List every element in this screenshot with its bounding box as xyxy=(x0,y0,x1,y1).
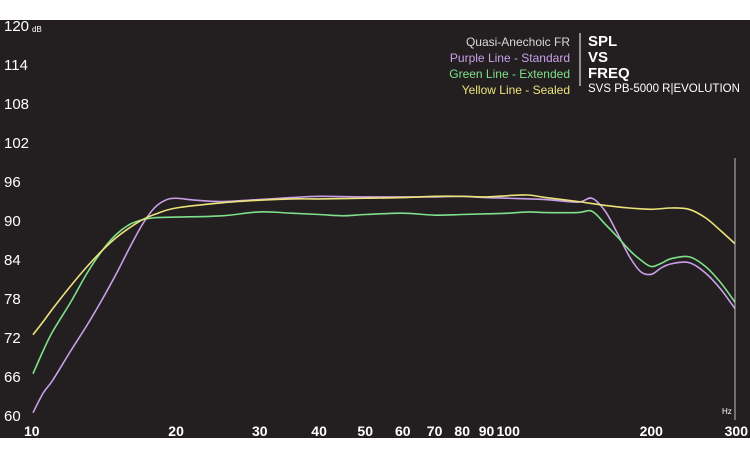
x-tick-label: 80 xyxy=(454,423,470,439)
y-tick-label: 72 xyxy=(4,330,21,347)
y-tick-label: 66 xyxy=(4,369,21,386)
y-tick-label: 96 xyxy=(4,174,21,191)
legend-entry-standard: Purple Line - Standard xyxy=(450,51,570,65)
y-tick-label: 108 xyxy=(4,96,29,113)
y-tick-label: 102 xyxy=(4,135,29,152)
x-tick-label: 100 xyxy=(497,423,521,439)
title-line-freq: FREQ xyxy=(588,65,630,82)
y-tick-label: 120 xyxy=(4,18,29,35)
x-tick-label: 50 xyxy=(357,423,373,439)
title-line-vs: VS xyxy=(588,49,608,66)
legend-title: Quasi-Anechoic FR xyxy=(466,35,570,49)
y-tick-label: 60 xyxy=(4,408,21,425)
x-tick-label: 200 xyxy=(640,423,664,439)
x-tick-label: 90 xyxy=(479,423,495,439)
y-tick-label: 78 xyxy=(4,291,21,308)
x-tick-label: 40 xyxy=(311,423,327,439)
x-tick-label: 70 xyxy=(427,423,443,439)
legend-entry-extended: Green Line - Extended xyxy=(449,67,570,81)
x-tick-label: 30 xyxy=(252,423,268,439)
legend-entry-sealed: Yellow Line - Sealed xyxy=(462,83,570,97)
x-tick-label: 20 xyxy=(168,423,184,439)
model-subtitle: SVS PB-5000 R|EVOLUTION xyxy=(588,83,740,95)
x-tick-label: 300 xyxy=(725,423,749,439)
y-tick-label: 90 xyxy=(4,213,21,230)
y-tick-label: 84 xyxy=(4,252,21,269)
y-axis-unit: dB xyxy=(32,25,42,34)
spl-frequency-chart: 60 66 72 78 84 90 96 102 108 114 120 10 20 30 40 50 60 7… xyxy=(0,18,750,439)
title-line-spl: SPL xyxy=(588,33,617,50)
x-tick-label: 60 xyxy=(395,423,411,439)
x-axis-unit: Hz xyxy=(722,407,732,416)
x-tick-label: 10 xyxy=(24,423,40,439)
y-tick-label: 114 xyxy=(4,57,28,74)
